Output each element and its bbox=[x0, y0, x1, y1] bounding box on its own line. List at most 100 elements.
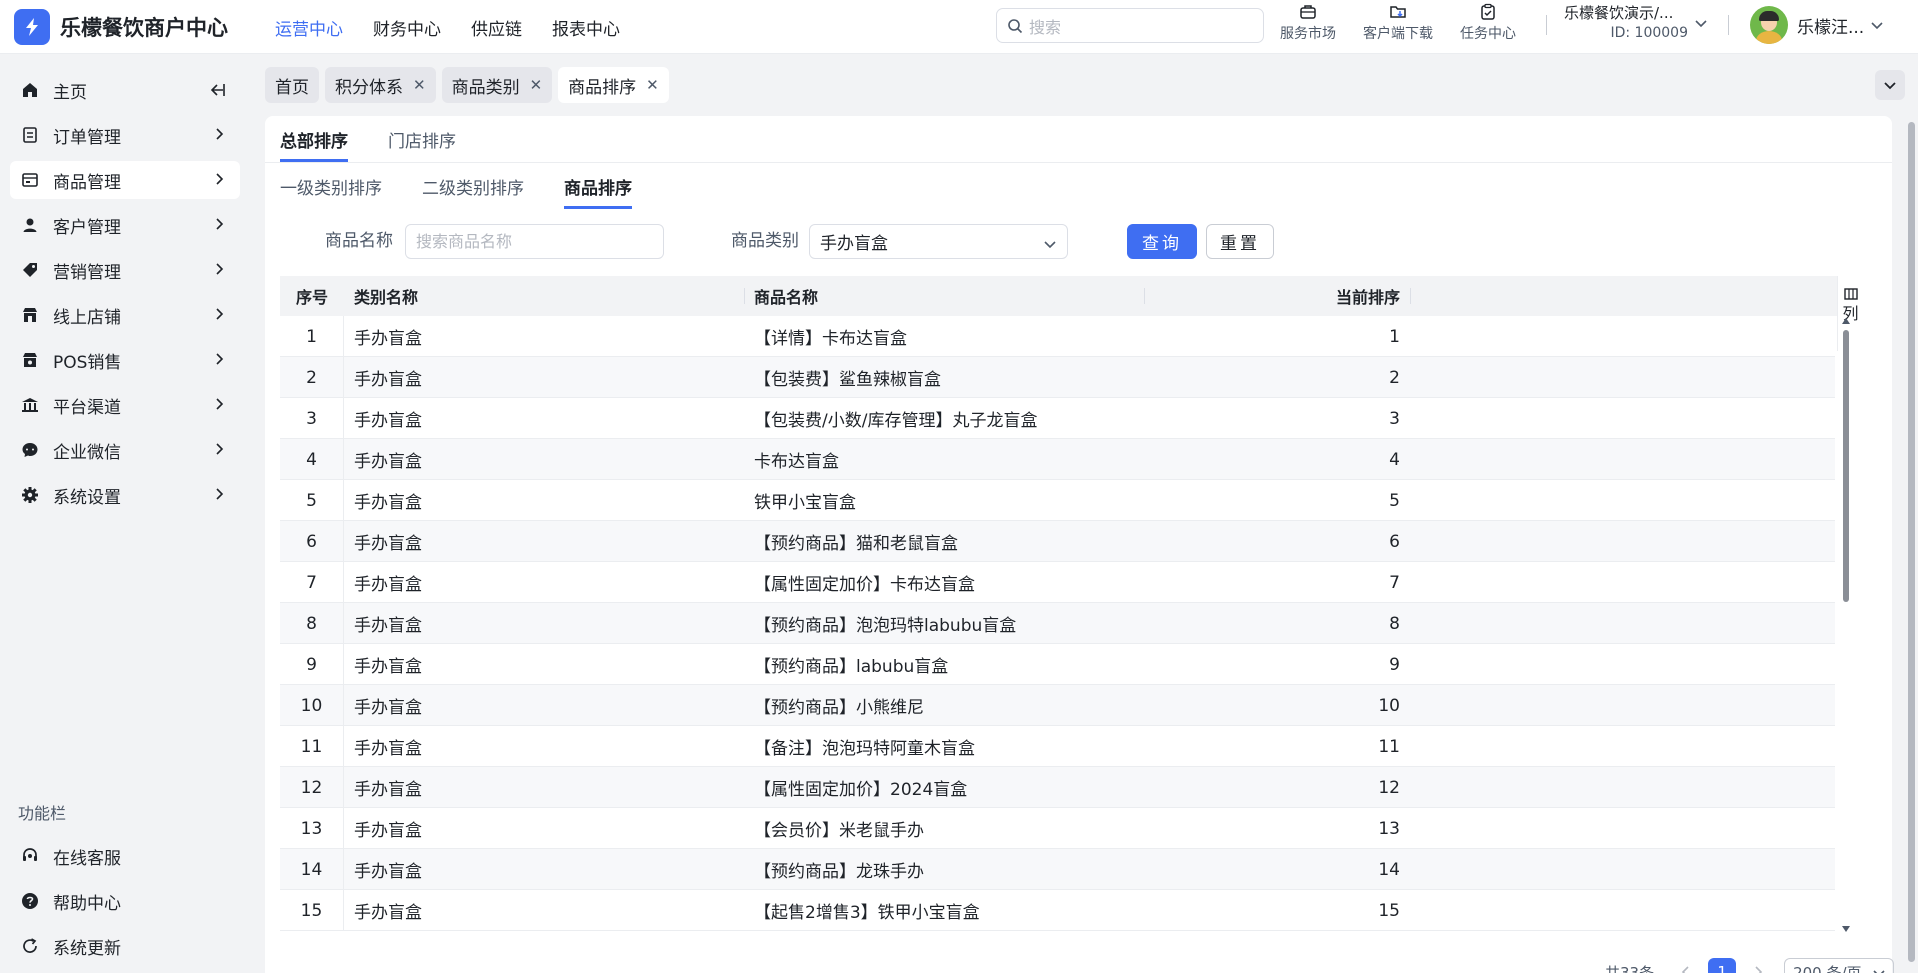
sidebar-item-customers[interactable]: 客户管理 bbox=[10, 206, 240, 244]
query-button[interactable]: 查询 bbox=[1127, 224, 1197, 259]
table-row[interactable]: 15 手办盲盒 【起售2增售3】铁甲小宝盲盒 15 bbox=[280, 890, 1835, 931]
search-icon bbox=[1008, 18, 1023, 33]
table-row[interactable]: 12 手办盲盒 【属性固定加价】2024盲盒 12 bbox=[280, 767, 1835, 808]
table-row[interactable]: 9 手办盲盒 【预约商品】labubu盲盒 9 bbox=[280, 644, 1835, 685]
table-scrollbar[interactable] bbox=[1837, 316, 1857, 936]
cell-category: 手办盲盒 bbox=[354, 821, 422, 841]
sidebar-item-home[interactable]: 主页 bbox=[10, 71, 240, 109]
cell-current-sort: 12 bbox=[1378, 777, 1400, 798]
tab-points-system[interactable]: 积分体系 ✕ bbox=[325, 67, 436, 103]
cell-goods-name: 【预约商品】猫和老鼠盲盒 bbox=[754, 534, 958, 554]
tab-home[interactable]: 首页 bbox=[265, 67, 319, 103]
tab-goods-category[interactable]: 商品类别 ✕ bbox=[441, 67, 553, 103]
global-search-input[interactable]: 搜索 bbox=[996, 8, 1264, 43]
page-number[interactable]: 1 bbox=[1708, 958, 1737, 973]
topnav-operations[interactable]: 运营中心 bbox=[275, 15, 343, 40]
cell-category: 手办盲盒 bbox=[354, 739, 422, 759]
store-switcher[interactable]: 乐檬餐饮演示/... ID: 100009 bbox=[1564, 2, 1694, 41]
goods-name-label: 商品名称 bbox=[325, 231, 393, 251]
content-panel: 总部排序 门店排序 一级类别排序 二级类别排序 商品排序 商品名称 商品类别 手… bbox=[265, 116, 1895, 973]
cell-current-sort: 5 bbox=[1389, 490, 1400, 511]
user-menu[interactable]: 乐檬汪... bbox=[1750, 6, 1884, 44]
table-row[interactable]: 2 手办盲盒 【包装费】鲨鱼辣椒盲盒 2 bbox=[280, 357, 1835, 398]
sidebar-item-pos[interactable]: POS销售 bbox=[10, 341, 240, 379]
bank-icon bbox=[20, 395, 40, 415]
page-size-value: 200 条/页 bbox=[1793, 963, 1862, 973]
table-row[interactable]: 11 手办盲盒 【备注】泡泡玛特阿童木盲盒 11 bbox=[280, 726, 1835, 767]
table-row[interactable]: 10 手办盲盒 【预约商品】小熊维尼 10 bbox=[280, 685, 1835, 726]
sidebar-item-orders[interactable]: 订单管理 bbox=[10, 116, 240, 154]
sidebar-item-marketing[interactable]: 营销管理 bbox=[10, 251, 240, 289]
reset-button[interactable]: 重置 bbox=[1206, 224, 1274, 259]
service-market-button[interactable]: 服务市场 bbox=[1280, 3, 1336, 43]
sidebar-item-help[interactable]: 帮助中心 bbox=[10, 882, 240, 920]
table-row[interactable]: 3 手办盲盒 【包装费/小数/库存管理】丸子龙盲盒 3 bbox=[280, 398, 1835, 439]
table-row[interactable]: 8 手办盲盒 【预约商品】泡泡玛特labubu盲盒 8 bbox=[280, 603, 1835, 644]
cell-current-sort: 14 bbox=[1378, 859, 1400, 880]
page-size-select[interactable]: 200 条/页 bbox=[1784, 958, 1895, 973]
topnav-reports[interactable]: 报表中心 bbox=[552, 15, 620, 40]
avatar bbox=[1750, 6, 1788, 44]
sidebar-item-channels[interactable]: 平台渠道 bbox=[10, 386, 240, 424]
task-center-button[interactable]: 任务中心 bbox=[1460, 3, 1516, 43]
sidebar-item-system-update[interactable]: 系统更新 bbox=[10, 927, 240, 965]
sidebar-item-online-support[interactable]: 在线客服 bbox=[10, 837, 240, 875]
table-row[interactable]: 7 手办盲盒 【属性固定加价】卡布达盲盒 7 bbox=[280, 562, 1835, 603]
table-row[interactable]: 13 手办盲盒 【会员价】米老鼠手办 13 bbox=[280, 808, 1835, 849]
chevron-down-icon bbox=[1044, 241, 1056, 249]
tab-goods-sort[interactable]: 商品排序 ✕ bbox=[558, 67, 669, 103]
header-goods-name: 商品名称 bbox=[754, 288, 819, 307]
sidebar-item-label: 帮助中心 bbox=[53, 893, 121, 914]
tab-store-sort[interactable]: 门店排序 bbox=[388, 116, 456, 162]
chevron-down-icon bbox=[1871, 22, 1883, 30]
scrollbar-thumb[interactable] bbox=[1908, 122, 1915, 962]
table-row[interactable]: 6 手办盲盒 【预约商品】猫和老鼠盲盒 6 bbox=[280, 521, 1835, 562]
table-row[interactable]: 4 手办盲盒 卡布达盲盒 4 bbox=[280, 439, 1835, 480]
tab-goods-sort-sub[interactable]: 商品排序 bbox=[564, 163, 632, 209]
cell-index: 15 bbox=[280, 890, 344, 931]
page-scrollbar[interactable] bbox=[1905, 116, 1918, 973]
tab-level1-category-sort[interactable]: 一级类别排序 bbox=[280, 163, 382, 209]
goods-category-select[interactable]: 手办盲盒 bbox=[809, 224, 1068, 259]
home-icon bbox=[20, 80, 40, 100]
cell-category: 手办盲盒 bbox=[354, 411, 422, 431]
cell-index: 3 bbox=[280, 398, 344, 439]
cell-goods-name: 【预约商品】泡泡玛特labubu盲盒 bbox=[754, 616, 1017, 636]
table-row[interactable]: 14 手办盲盒 【预约商品】龙珠手办 14 bbox=[280, 849, 1835, 890]
table-row[interactable]: 5 手办盲盒 铁甲小宝盲盒 5 bbox=[280, 480, 1835, 521]
tabs-dropdown-button[interactable] bbox=[1875, 70, 1905, 100]
topnav-supply-chain[interactable]: 供应链 bbox=[471, 15, 522, 40]
column-resizer[interactable] bbox=[1410, 288, 1411, 304]
column-resizer[interactable] bbox=[744, 288, 745, 304]
topnav-finance[interactable]: 财务中心 bbox=[373, 15, 441, 40]
collapse-sidebar-icon[interactable] bbox=[208, 82, 226, 98]
scroll-down-icon[interactable] bbox=[1842, 926, 1850, 932]
goods-name-input[interactable] bbox=[405, 224, 664, 259]
total-count: 共33条 bbox=[1605, 963, 1655, 973]
sidebar-item-settings[interactable]: 系统设置 bbox=[10, 476, 240, 514]
tab-level2-category-sort[interactable]: 二级类别排序 bbox=[422, 163, 524, 209]
next-page-button[interactable] bbox=[1744, 958, 1772, 973]
tab-label: 首页 bbox=[275, 77, 309, 98]
sidebar-item-goods[interactable]: 商品管理 bbox=[10, 161, 240, 199]
client-download-button[interactable]: 客户端下载 bbox=[1363, 3, 1433, 43]
sidebar-item-online-shop[interactable]: 线上店铺 bbox=[10, 296, 240, 334]
shop-icon bbox=[20, 305, 40, 325]
close-icon[interactable]: ✕ bbox=[646, 76, 659, 94]
brand[interactable]: 乐檬餐饮商户中心 bbox=[14, 9, 228, 45]
scrollbar-thumb[interactable] bbox=[1843, 330, 1849, 602]
table-row[interactable]: 1 手办盲盒 【详情】卡布达盲盒 1 bbox=[280, 316, 1835, 357]
scroll-up-icon[interactable] bbox=[1842, 318, 1850, 324]
close-icon[interactable]: ✕ bbox=[413, 76, 426, 94]
cell-goods-name: 【会员价】米老鼠手办 bbox=[754, 821, 924, 841]
chevron-down-icon[interactable] bbox=[1694, 16, 1708, 30]
chevron-down-icon bbox=[1884, 82, 1896, 90]
cell-category: 手办盲盒 bbox=[354, 780, 422, 800]
cell-category: 手办盲盒 bbox=[354, 698, 422, 718]
sidebar-item-wecom[interactable]: 企业微信 bbox=[10, 431, 240, 469]
prev-page-button[interactable] bbox=[1672, 958, 1700, 973]
cell-current-sort: 9 bbox=[1389, 654, 1400, 675]
chevron-right-icon bbox=[216, 398, 224, 410]
close-icon[interactable]: ✕ bbox=[530, 76, 543, 94]
tab-hq-sort[interactable]: 总部排序 bbox=[280, 116, 348, 162]
